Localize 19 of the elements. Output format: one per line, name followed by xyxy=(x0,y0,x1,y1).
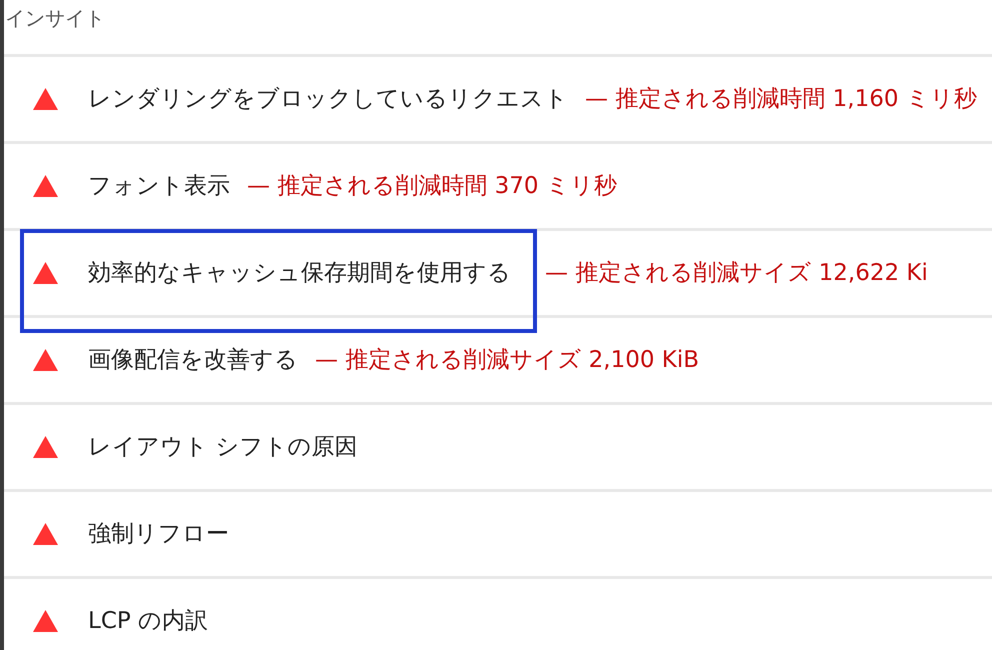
insight-title[interactable]: 効率的なキャッシュ保存期間を使用する xyxy=(88,258,511,288)
insight-title[interactable]: レイアウト シフトの原因 xyxy=(88,432,358,462)
savings-estimate: — 推定される削減サイズ 2,100 KiB xyxy=(315,346,700,375)
insight-title[interactable]: 画像配信を改善する xyxy=(88,345,298,375)
savings-estimate: — 推定される削減時間 370 ミリ秒 xyxy=(247,172,617,201)
triangle-icon xyxy=(33,262,58,284)
insight-title[interactable]: レンダリングをブロックしているリクエスト xyxy=(88,84,568,114)
insight-title[interactable]: LCP の内訳 xyxy=(88,606,208,636)
triangle-icon xyxy=(33,349,58,371)
savings-estimate: — 推定される削減時間 1,160 ミリ秒 xyxy=(585,85,977,114)
insight-title[interactable]: 強制リフロー xyxy=(88,519,229,549)
triangle-icon xyxy=(33,175,58,197)
triangle-icon xyxy=(33,610,58,632)
savings-estimate: — 推定される削減サイズ 12,622 Ki xyxy=(545,259,928,288)
section-title: インサイト xyxy=(5,5,105,31)
triangle-icon xyxy=(33,88,58,110)
insight-title[interactable]: フォント表示 xyxy=(88,171,230,201)
triangle-icon xyxy=(33,523,58,545)
triangle-icon xyxy=(33,436,58,458)
